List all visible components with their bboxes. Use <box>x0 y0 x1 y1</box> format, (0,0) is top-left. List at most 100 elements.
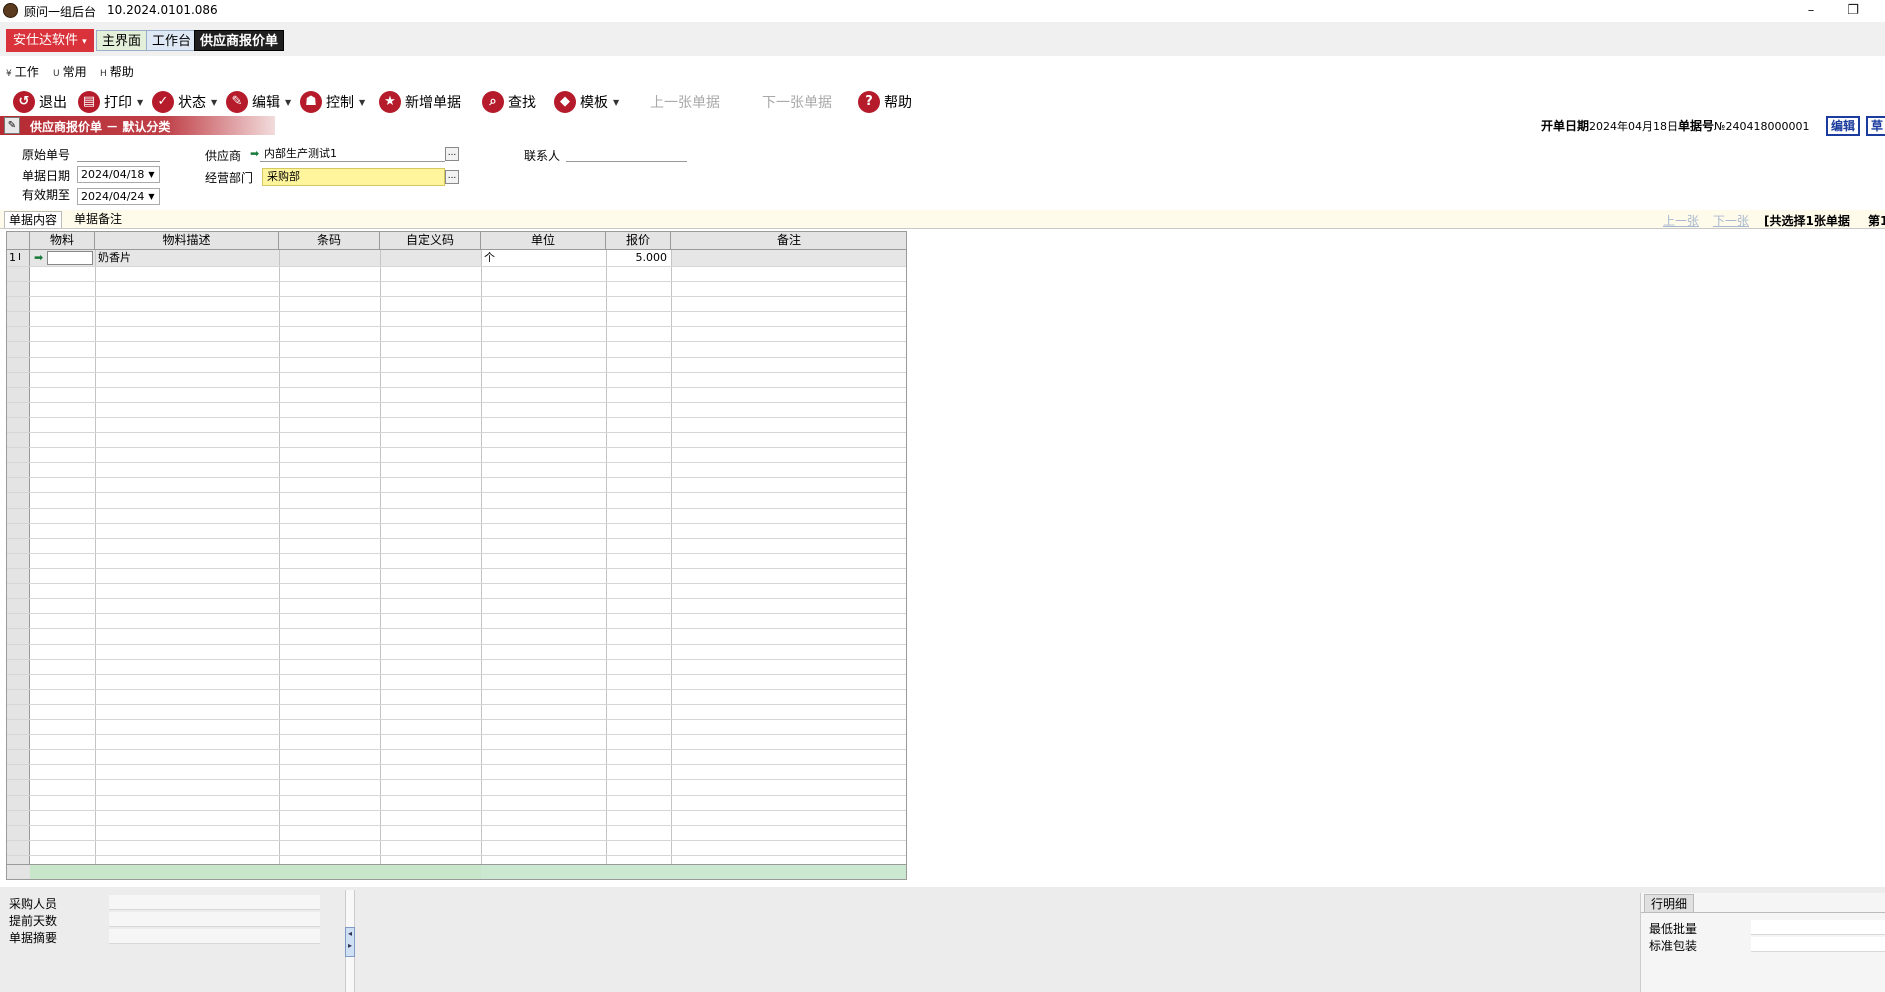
row-divider <box>7 749 906 750</box>
col-header-barcode[interactable]: 条码 <box>279 232 380 250</box>
remark-cell[interactable] <box>674 251 904 265</box>
tab-document-content[interactable]: 单据内容 <box>4 211 63 228</box>
menu-work[interactable]: ¥ 工作 <box>6 63 39 80</box>
panel-splitter[interactable]: ◂ ▸ <box>345 890 355 992</box>
selection-count: [共选择1张单据 <box>1764 214 1850 228</box>
price-cell[interactable]: 5.000 <box>608 251 668 265</box>
row-divider <box>7 644 906 645</box>
status-label: 状态 <box>178 95 206 111</box>
doc-date-label: 单据日期 <box>22 169 71 183</box>
tab-row-detail[interactable]: 行明细 <box>1644 894 1695 913</box>
menu-work-label: 工作 <box>14 65 39 79</box>
star-icon: ★ <box>379 91 401 113</box>
supplier-lookup-button[interactable]: ... <box>445 147 459 161</box>
col-header-description[interactable]: 物料描述 <box>95 232 279 250</box>
orig-no-input[interactable] <box>77 146 160 162</box>
col-header-remark[interactable]: 备注 <box>671 232 906 250</box>
col-divider <box>279 250 280 864</box>
template-label: 模板 <box>580 95 608 111</box>
row-divider <box>7 674 906 675</box>
menu-common[interactable]: U 常用 <box>53 63 87 80</box>
row-divider <box>7 764 906 765</box>
dept-label: 经营部门 <box>205 171 254 185</box>
brand-menu-button[interactable]: 安仕达软件 ▾ <box>6 29 94 52</box>
doc-date-value: 2024/04/18 <box>81 168 145 181</box>
chevron-down-icon[interactable]: ▼ <box>145 168 158 181</box>
barcode-cell[interactable] <box>282 251 377 265</box>
row-divider <box>7 372 906 373</box>
col-header-custom-code[interactable]: 自定义码 <box>380 232 481 250</box>
min-batch-field[interactable] <box>1751 920 1885 935</box>
supplier-input[interactable]: 内部生产测试1 <box>260 146 445 162</box>
tab-workbench[interactable]: 工作台 <box>146 30 198 51</box>
material-cell[interactable] <box>47 251 93 265</box>
control-button[interactable]: ☗ 控制 ▼ <box>300 89 365 115</box>
template-button[interactable]: ◆ 模板 ▼ <box>554 89 619 115</box>
status-button[interactable]: ✓ 状态 ▼ <box>152 89 217 115</box>
description-cell[interactable]: 奶香片 <box>98 251 276 265</box>
col-divider <box>481 250 482 864</box>
minimize-button[interactable]: – <box>1796 1 1826 21</box>
custom-code-cell[interactable] <box>383 251 478 265</box>
open-date-label: 开单日期 <box>1541 119 1590 133</box>
title-bar: 顾问一组后台 10.2024.0101.086 – ❐ <box>0 0 1885 22</box>
menu-help[interactable]: H 帮助 <box>100 63 134 80</box>
standard-pack-label: 标准包装 <box>1649 939 1698 953</box>
print-icon: ▤ <box>78 91 100 113</box>
valid-until-picker[interactable]: 2024/04/24 ▼ <box>77 188 160 205</box>
dept-lookup-button[interactable]: ... <box>445 170 459 184</box>
col-divider <box>671 250 672 864</box>
help-button[interactable]: ? 帮助 <box>858 89 912 115</box>
edit-mode-button[interactable]: 编辑 <box>1826 116 1861 136</box>
template-icon: ◆ <box>554 91 576 113</box>
collapse-arrow-icon[interactable]: ◂ ▸ <box>345 927 355 957</box>
tab-document-note[interactable]: 单据备注 <box>70 211 126 227</box>
contact-input[interactable] <box>566 146 687 162</box>
lead-days-field[interactable] <box>109 912 320 927</box>
content-tabs: 单据内容 单据备注 上一张 下一张 [共选择1张单据 第1 <box>0 210 1885 229</box>
buyer-label: 采购人员 <box>9 897 58 911</box>
next-document-button[interactable]: 下一张单据 <box>762 89 832 115</box>
col-divider <box>95 250 96 864</box>
tab-supplier-quote[interactable]: 供应商报价单 <box>194 30 285 51</box>
row-divider <box>7 779 906 780</box>
col-header-price[interactable]: 报价 <box>606 232 671 250</box>
row-divider <box>7 598 906 599</box>
next-page-link[interactable]: 下一张 <box>1713 212 1749 229</box>
new-document-button[interactable]: ★ 新增单据 <box>379 89 461 115</box>
chevron-down-icon[interactable]: ▼ <box>145 190 158 203</box>
doc-date-picker[interactable]: 2024/04/18 ▼ <box>77 166 160 183</box>
row-divider <box>7 855 906 856</box>
row-divider <box>7 266 906 267</box>
row-divider <box>7 311 906 312</box>
search-button[interactable]: ⌕ 查找 <box>482 89 536 115</box>
orig-no-label: 原始单号 <box>22 148 71 162</box>
draft-button[interactable]: 草 <box>1866 116 1885 136</box>
line-items-grid[interactable]: 物料 物料描述 条码 自定义码 单位 报价 备注 1 Ⅰ ➡ 奶香片 个 5.0… <box>6 231 907 880</box>
row-divider <box>7 447 906 448</box>
document-title-strip: ✎ 供应商报价单 － 默认分类 <box>0 116 275 135</box>
row-divider <box>7 538 906 539</box>
standard-pack-field[interactable] <box>1751 937 1885 952</box>
tab-bar: 安仕达软件 ▾ 主界面 工作台 供应商报价单 <box>0 22 1885 77</box>
search-label: 查找 <box>508 95 536 111</box>
unit-cell[interactable]: 个 <box>484 251 604 265</box>
col-header-unit[interactable]: 单位 <box>481 232 606 250</box>
dept-input[interactable]: 采购部 <box>262 168 445 186</box>
prev-page-link[interactable]: 上一张 <box>1663 212 1699 229</box>
edit-button[interactable]: ✎ 编辑 ▼ <box>226 89 291 115</box>
row-detail-panel: 行明细 最低批量 标准包装 <box>1640 893 1885 992</box>
row-divider <box>7 734 906 735</box>
restore-button[interactable]: ❐ <box>1838 1 1868 21</box>
buyer-field[interactable] <box>109 895 320 910</box>
col-header-material[interactable]: 物料 <box>30 232 95 250</box>
tab-home[interactable]: 主界面 <box>96 30 148 51</box>
exit-button[interactable]: ↺ 退出 <box>13 89 67 115</box>
detail-divider <box>1641 912 1885 913</box>
prev-document-button[interactable]: 上一张单据 <box>650 89 720 115</box>
menu-common-key: U <box>53 69 60 79</box>
print-button[interactable]: ▤ 打印 ▼ <box>78 89 143 115</box>
menu-common-label: 常用 <box>62 65 87 79</box>
summary-field[interactable] <box>109 929 320 944</box>
row-divider <box>7 417 906 418</box>
